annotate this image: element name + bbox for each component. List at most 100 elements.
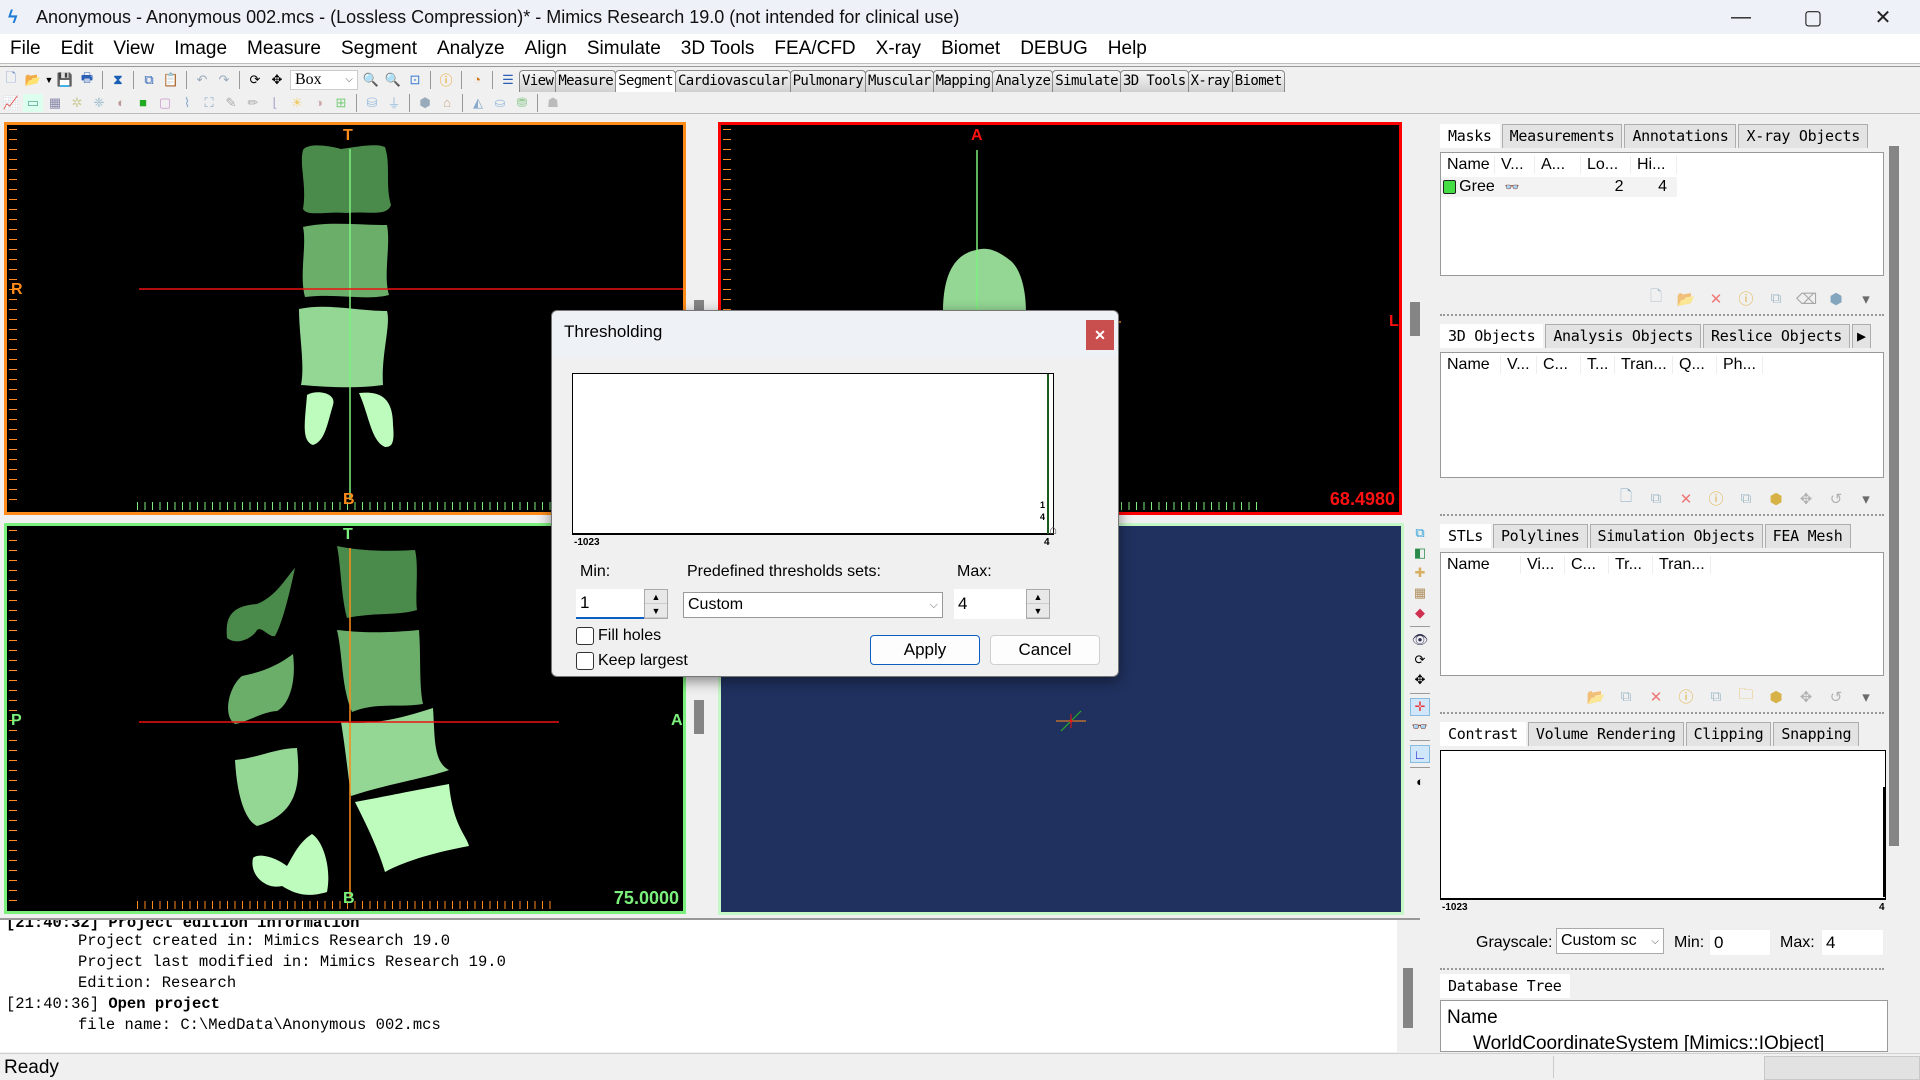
predefined-select[interactable]: Custom ⌵	[683, 592, 943, 618]
duplicate-icon[interactable]: ⧉	[1766, 290, 1786, 307]
crop-mask-icon[interactable]: ■	[133, 94, 153, 112]
edit-mask-icon[interactable]: ▢	[155, 94, 175, 112]
panel-splitter[interactable]	[1440, 314, 1884, 316]
contrast-max-input[interactable]: 4	[1821, 929, 1884, 956]
col-high[interactable]: Hi...	[1637, 156, 1677, 174]
rotate-icon[interactable]: ⟳	[1410, 651, 1430, 669]
ribbon-tab-segment[interactable]: Segment	[615, 69, 676, 92]
log-scrollbar[interactable]	[1397, 920, 1420, 1052]
move-icon[interactable]: ✥	[1796, 688, 1816, 706]
col-ph[interactable]: Ph...	[1723, 356, 1763, 374]
cube-icon[interactable]: ⬢	[1766, 688, 1786, 706]
open-file-icon[interactable]: 📂	[23, 71, 43, 89]
menu-image[interactable]: Image	[164, 38, 237, 60]
menu-3d-tools[interactable]: 3D Tools	[671, 38, 765, 60]
tag-icon[interactable]: ⌂	[437, 94, 457, 112]
dialog-title-bar[interactable]: Thresholding ✕	[552, 311, 1118, 357]
col-tr[interactable]: Tr...	[1615, 556, 1653, 574]
menu-simulate[interactable]: Simulate	[577, 38, 671, 60]
menu-help[interactable]: Help	[1098, 38, 1157, 60]
window-list-icon[interactable]: ☰	[498, 71, 518, 89]
3d-edit-icon[interactable]: ⛃	[512, 94, 532, 112]
dialog-close-button[interactable]: ✕	[1086, 320, 1114, 350]
duplicate-icon[interactable]: ⧉	[1736, 490, 1756, 507]
col-name[interactable]: Name	[1447, 156, 1495, 174]
tab-clipping[interactable]: Clipping	[1685, 722, 1772, 746]
reset-icon[interactable]: ↺	[1826, 688, 1846, 706]
help-cursor-icon[interactable]: ◔	[467, 71, 487, 89]
tab-measurements[interactable]: Measurements	[1501, 124, 1623, 148]
crosshair-icon[interactable]: ✛	[1410, 698, 1430, 716]
tab-database-tree[interactable]: Database Tree	[1440, 974, 1570, 998]
new-icon[interactable]: 🗋	[1616, 486, 1636, 511]
duplicate-icon[interactable]: ⧉	[1706, 688, 1726, 705]
menu-x-ray[interactable]: X-ray	[866, 38, 931, 60]
col-name[interactable]: Name	[1447, 356, 1501, 374]
objects-icon[interactable]: ✚	[1410, 564, 1430, 582]
pan-icon[interactable]: ✥	[267, 71, 287, 89]
paste-icon[interactable]: 📋	[161, 71, 181, 89]
ribbon-tab-muscular[interactable]: Muscular	[865, 69, 934, 92]
col-a[interactable]: A...	[1541, 156, 1581, 174]
tab-fea-mesh[interactable]: FEA Mesh	[1764, 524, 1851, 548]
dropdown-arrow-icon[interactable]: ▼	[45, 71, 54, 89]
threshold-slider-handle[interactable]: ⌂	[1049, 522, 1057, 537]
tab-reslice-objects[interactable]: Reslice Objects	[1703, 324, 1850, 348]
minimize-button[interactable]: —	[1712, 0, 1770, 34]
more-dropdown-icon[interactable]: ▾	[1856, 688, 1876, 706]
min-input[interactable]: 1	[576, 589, 644, 619]
contrast-histogram[interactable]	[1440, 750, 1886, 900]
menu-analyze[interactable]: Analyze	[427, 38, 515, 60]
pan-icon[interactable]: ✥	[1410, 671, 1430, 689]
max-spinner[interactable]: ▲ ▼	[1026, 589, 1050, 619]
cancel-button[interactable]: Cancel	[990, 635, 1100, 665]
tab-annotations[interactable]: Annotations	[1624, 124, 1737, 148]
spin-down-icon[interactable]: ▼	[645, 604, 667, 618]
fit-icon[interactable]: ⧗	[108, 71, 128, 89]
pen-icon[interactable]: ✎	[221, 94, 241, 112]
eye-icon[interactable]: 👁	[1410, 631, 1430, 649]
boolean-icon[interactable]: ⊞	[331, 94, 351, 112]
fill-icon[interactable]: ⛶	[199, 94, 219, 112]
info-icon[interactable]: ⓘ	[1706, 488, 1726, 509]
threshold-histogram[interactable]: 1 4 ⌂	[572, 373, 1057, 537]
restore-button[interactable]: ▢	[1784, 0, 1842, 34]
morphology-icon[interactable]: ◑	[309, 94, 329, 112]
menu-biomet[interactable]: Biomet	[931, 38, 1010, 60]
folder-icon[interactable]: 🗀	[1736, 684, 1756, 709]
col-transparency[interactable]: Tran...	[1621, 356, 1673, 374]
panel-splitter[interactable]	[1440, 514, 1884, 516]
new-file-icon[interactable]: 🗋	[1, 70, 21, 89]
panel-scrollbar[interactable]	[1888, 146, 1900, 846]
ribbon-tab-cardiovascular[interactable]: Cardiovascular	[674, 69, 791, 92]
info-icon[interactable]: ⓘ	[436, 71, 456, 89]
spin-up-icon[interactable]: ▲	[645, 590, 667, 604]
tree-item[interactable]: WorldCoordinateSystem [Mimics::IObject]	[1441, 1029, 1887, 1051]
layers-icon[interactable]: ⧉	[1410, 524, 1430, 542]
grayscale-select[interactable]: Custom sc ⌵	[1556, 928, 1664, 954]
interpolate-icon[interactable]: ⌇	[177, 94, 197, 112]
col-name[interactable]: Name	[1447, 556, 1521, 574]
threshold-icon[interactable]: ▭	[23, 93, 43, 112]
3d-live-icon[interactable]: ⛀	[490, 94, 510, 112]
menu-edit[interactable]: Edit	[51, 38, 104, 60]
more-dropdown-icon[interactable]: ▾	[1856, 290, 1876, 308]
tab-x-ray-objects[interactable]: X-ray Objects	[1738, 124, 1868, 148]
grid-icon[interactable]: ▦	[1410, 584, 1430, 602]
panel-scrollbar-thumb[interactable]	[1889, 146, 1899, 846]
ribbon-tab-mapping[interactable]: Mapping	[932, 69, 994, 92]
light-icon[interactable]: ☀	[287, 94, 307, 112]
copy-icon[interactable]: ⧉	[1616, 688, 1636, 705]
calculate-3d-icon[interactable]: ⬢	[1826, 290, 1846, 308]
menu-align[interactable]: Align	[515, 38, 577, 60]
panel-splitter[interactable]	[1440, 712, 1884, 714]
3d-objects-list[interactable]: Name V... C... T... Tran... Q... Ph...	[1440, 352, 1884, 478]
masks-list[interactable]: Name V... A... Lo... Hi... Gree 👓 2 4	[1440, 152, 1884, 276]
info-icon[interactable]: ⓘ	[1676, 686, 1696, 707]
glasses-icon[interactable]: 👓	[1505, 180, 1537, 194]
ribbon-tab-analyze[interactable]: Analyze	[992, 69, 1054, 92]
mask-row[interactable]: Gree 👓 2 4	[1441, 177, 1677, 197]
ribbon-tab-simulate[interactable]: Simulate	[1052, 69, 1121, 92]
database-tree[interactable]: Name WorldCoordinateSystem [Mimics::IObj…	[1440, 1000, 1888, 1052]
mask-from-object-icon[interactable]: ◭	[468, 94, 488, 112]
